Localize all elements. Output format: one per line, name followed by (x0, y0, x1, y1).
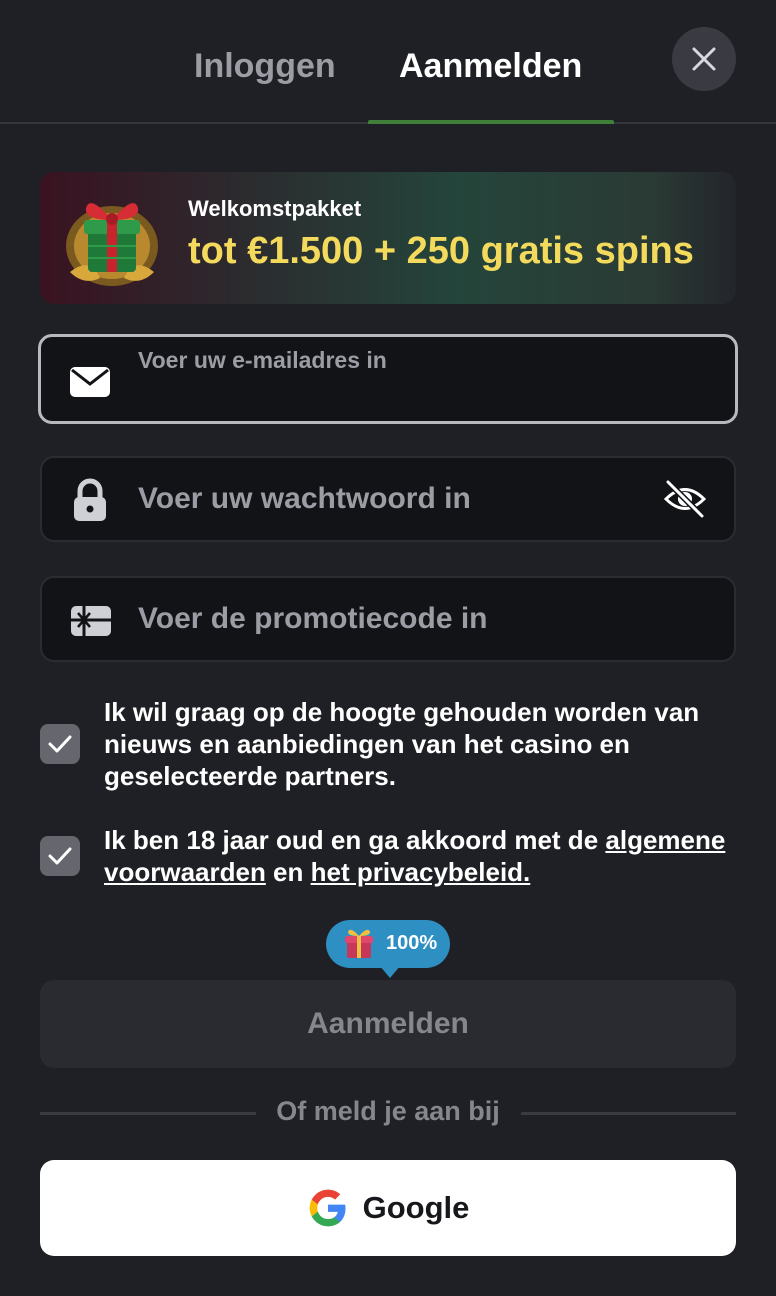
google-signup-button[interactable]: Google (40, 1160, 736, 1256)
active-tab-indicator (368, 120, 614, 124)
age-terms-and: en (265, 857, 311, 887)
newsletter-checkbox[interactable] (40, 724, 80, 764)
eye-off-icon[interactable] (662, 476, 708, 522)
privacy-link[interactable]: het privacybeleid. (311, 857, 531, 887)
signup-modal: Inloggen Aanmelden Welkomstpakket tot €1… (0, 0, 776, 1296)
welcome-bonus-banner: Welkomstpakket tot €1.500 + 250 gratis s… (40, 172, 736, 304)
google-logo-icon (309, 1189, 346, 1227)
close-icon (692, 47, 716, 71)
age-terms-prefix: Ik ben 18 jaar oud en ga akkoord met de (104, 825, 606, 855)
tab-login[interactable]: Inloggen (194, 44, 336, 88)
tab-register[interactable]: Aanmelden (399, 44, 582, 88)
bonus-progress-badge: 100% (326, 920, 450, 978)
google-button-label: Google (362, 1190, 470, 1225)
envelope-icon (70, 367, 110, 397)
age-terms-text: Ik ben 18 jaar oud en ga akkoord met de … (104, 824, 740, 888)
banner-label: Welkomstpakket (188, 196, 362, 221)
age-terms-checkbox[interactable] (40, 836, 80, 876)
promo-code-input[interactable] (138, 578, 658, 660)
divider-line-right (521, 1112, 736, 1115)
register-submit-button[interactable]: Aanmelden (40, 980, 736, 1068)
gift-card-icon (71, 606, 111, 636)
promo-code-field[interactable] (40, 576, 736, 662)
lock-icon (74, 478, 106, 521)
bonus-percent: 100% (386, 932, 438, 954)
email-label: Voer uw e-mailadres in (138, 347, 387, 373)
email-input[interactable] (137, 373, 657, 417)
close-button[interactable] (672, 27, 736, 91)
gift-icon (345, 929, 373, 958)
password-field[interactable] (40, 456, 736, 542)
password-input[interactable] (138, 458, 658, 540)
checkmark-icon (48, 735, 72, 753)
newsletter-consent-text: Ik wil graag op de hoogte gehouden worde… (104, 697, 700, 791)
auth-tabs: Inloggen Aanmelden (0, 0, 776, 124)
gift-box-icon (66, 203, 158, 286)
checkmark-icon (48, 847, 72, 865)
banner-bonus-amount: tot €1.500 + 250 gratis spins (188, 230, 694, 272)
email-field[interactable]: Voer uw e-mailadres in (38, 334, 738, 424)
